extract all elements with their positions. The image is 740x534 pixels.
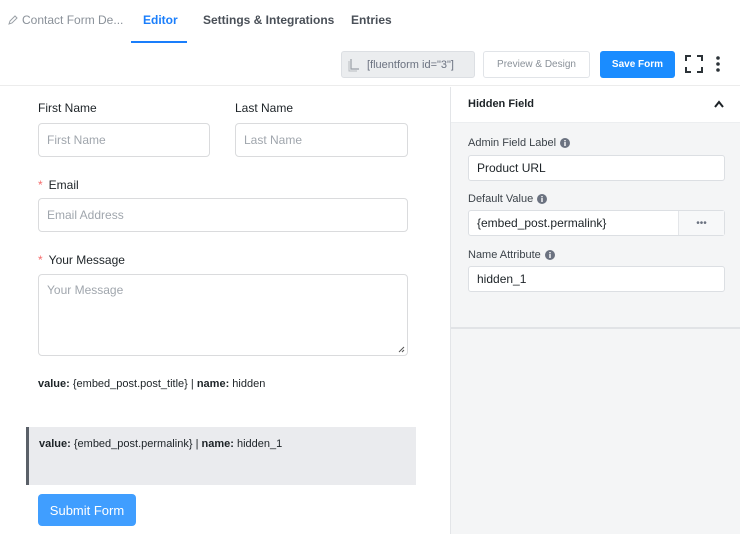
email-label-text: Email (48, 178, 79, 192)
help-icon[interactable] (560, 138, 571, 148)
hidden-field-summary[interactable]: value: {embed_post.post_title} | name: h… (38, 378, 265, 390)
default-value-label: Default Value (468, 193, 548, 205)
hidden-field-summary-selected: value: {embed_post.permalink} | name: hi… (39, 438, 283, 450)
breadcrumb-label: Contact Form De... (22, 13, 124, 27)
chevron-up-icon[interactable] (713, 99, 725, 109)
first-name-label: First Name (38, 101, 97, 115)
message-textarea[interactable]: Your Message (38, 274, 408, 356)
message-placeholder: Your Message (47, 283, 124, 297)
form-canvas: First Name First Name Last Name Last Nam… (0, 87, 450, 534)
submit-form-button[interactable]: Submit Form (38, 494, 136, 526)
panel-body: Admin Field Label Product URL Default Va… (451, 123, 740, 329)
resize-handle-icon[interactable] (398, 346, 405, 353)
breadcrumb[interactable]: Contact Form De... (8, 13, 123, 27)
shortcode-copy[interactable]: [fluentform id="3"] (341, 51, 475, 78)
required-mark: * (38, 253, 43, 267)
email-label: * Email (38, 178, 79, 192)
selected-hidden-field[interactable]: value: {embed_post.permalink} | name: hi… (26, 427, 416, 485)
message-label-text: Your Message (48, 253, 125, 267)
top-nav: Contact Form De... Editor Settings & Int… (0, 0, 740, 44)
kebab-menu-icon[interactable] (714, 55, 722, 73)
smartcode-more-button[interactable]: ••• (678, 211, 724, 235)
copy-icon (348, 58, 359, 71)
name-attribute-label: Name Attribute (468, 249, 555, 261)
first-name-input[interactable]: First Name (38, 123, 210, 157)
default-value-input[interactable]: {embed_post.permalink} ••• (468, 210, 725, 236)
field-settings-panel: Hidden Field Admin Field Label Product U… (450, 87, 740, 534)
panel-title: Hidden Field (468, 98, 534, 110)
tab-editor[interactable]: Editor (143, 13, 178, 27)
default-value-text: {embed_post.permalink} (477, 216, 607, 230)
tab-entries[interactable]: Entries (351, 13, 392, 27)
tab-settings-integrations[interactable]: Settings & Integrations (203, 13, 334, 27)
last-name-label: Last Name (235, 101, 294, 115)
panel-header[interactable]: Hidden Field (451, 87, 740, 123)
name-attribute-input[interactable]: hidden_1 (468, 266, 725, 292)
email-input[interactable]: Email Address (38, 198, 408, 232)
editor-toolbar: [fluentform id="3"] Preview & Design Sav… (0, 44, 740, 86)
pencil-icon (8, 15, 18, 25)
active-tab-indicator (131, 41, 187, 43)
required-mark: * (38, 178, 43, 192)
shortcode-text: [fluentform id="3"] (367, 58, 454, 71)
preview-design-button[interactable]: Preview & Design (483, 51, 590, 78)
save-form-button[interactable]: Save Form (600, 51, 675, 78)
help-icon[interactable] (544, 250, 555, 260)
fullscreen-icon[interactable] (685, 55, 703, 73)
help-icon[interactable] (537, 194, 548, 204)
panel-empty-area (451, 331, 740, 534)
last-name-input[interactable]: Last Name (235, 123, 408, 157)
admin-field-label-input[interactable]: Product URL (468, 155, 725, 181)
admin-field-label-label: Admin Field Label (468, 137, 571, 149)
message-label: * Your Message (38, 253, 125, 267)
